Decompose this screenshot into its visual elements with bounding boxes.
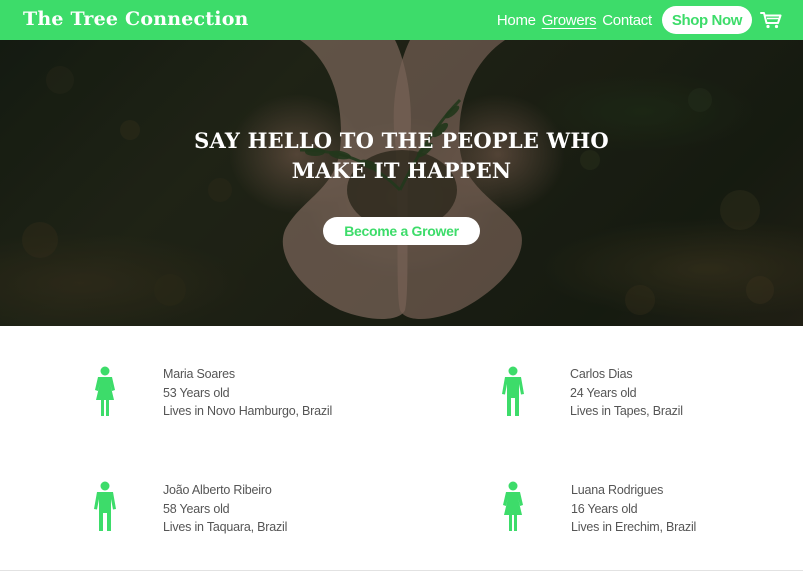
grower-info: Maria Soares 53 Years old Lives in Novo …: [163, 365, 332, 421]
female-person-icon: [92, 366, 118, 418]
grower-info: João Alberto Ribeiro 58 Years old Lives …: [163, 481, 287, 537]
grower-info: Carlos Dias 24 Years old Lives in Tapes,…: [570, 365, 683, 421]
brand-logo-text[interactable]: The Tree Connection: [23, 8, 249, 30]
grower-age: 58 Years old: [163, 501, 230, 516]
grower-age: 16 Years old: [571, 501, 638, 516]
hero-title: SAY HELLO TO THE PEOPLE WHO MAKE IT HAPP…: [0, 126, 803, 186]
top-navbar: The Tree Connection Home Growers Contact…: [0, 0, 803, 40]
shop-now-button[interactable]: Shop Now: [661, 6, 752, 34]
male-person-icon: [500, 366, 526, 418]
grower-location: Lives in Taquara, Brazil: [163, 520, 288, 534]
female-person-icon: [500, 481, 526, 533]
grower-name: Maria Soares: [163, 367, 235, 381]
nav-link-home[interactable]: Home: [497, 12, 536, 29]
grower-location: Lives in Tapes, Brazil: [570, 404, 683, 418]
grower-name: Luana Rodrigues: [571, 483, 664, 497]
grower-age: 53 Years old: [163, 385, 230, 400]
shopping-cart-icon[interactable]: [760, 11, 782, 29]
grower-info: Luana Rodrigues 16 Years old Lives in Er…: [571, 481, 696, 537]
grower-location: Lives in Erechim, Brazil: [571, 520, 697, 534]
grower-name: Carlos Dias: [570, 367, 633, 381]
nav-link-growers[interactable]: Growers: [542, 12, 597, 29]
grower-age: 24 Years old: [570, 385, 637, 400]
nav-link-contact[interactable]: Contact: [602, 12, 652, 29]
divider: [0, 570, 803, 571]
grower-location: Lives in Novo Hamburgo, Brazil: [163, 404, 333, 418]
become-a-grower-button[interactable]: Become a Grower: [323, 217, 480, 245]
hero-title-line1: SAY HELLO TO THE PEOPLE WHO: [194, 128, 609, 153]
grower-name: João Alberto Ribeiro: [163, 483, 272, 497]
male-person-icon: [92, 481, 118, 533]
nav-links: Home Growers Contact Shop Now: [497, 0, 803, 40]
hero-banner: SAY HELLO TO THE PEOPLE WHO MAKE IT HAPP…: [0, 40, 803, 326]
hero-title-line2: MAKE IT HAPPEN: [291, 158, 512, 183]
